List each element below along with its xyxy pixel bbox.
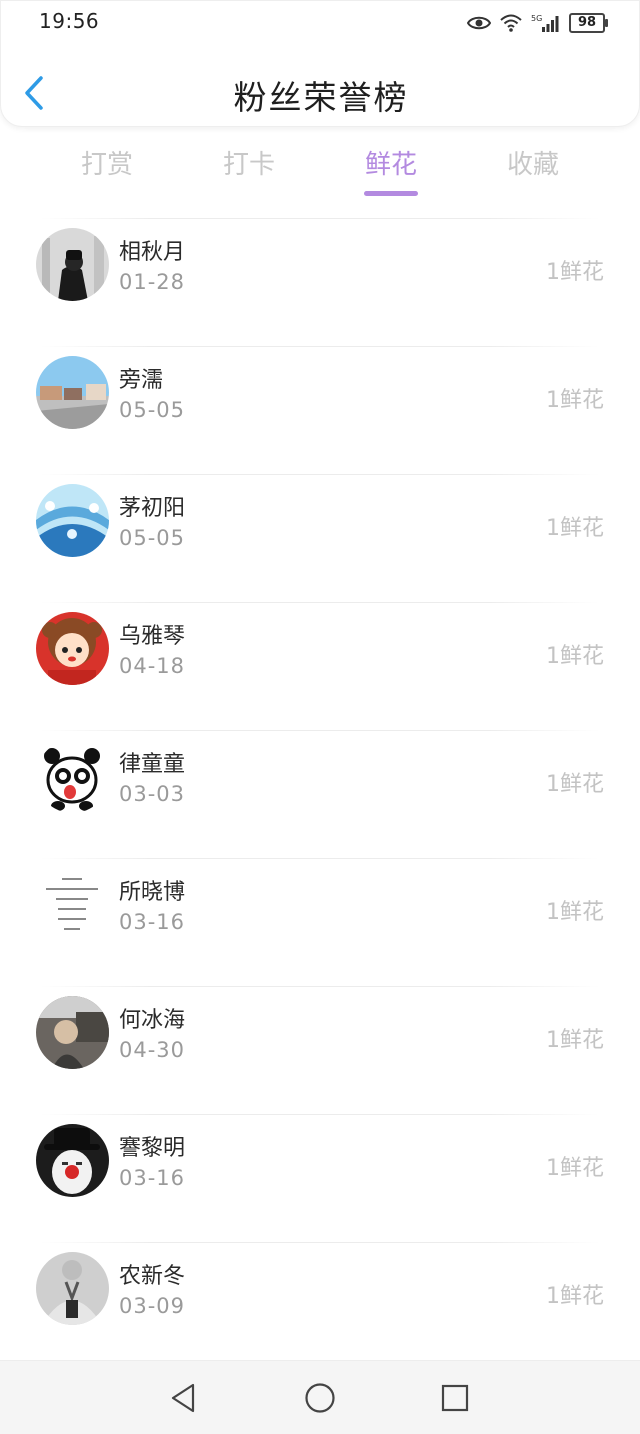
flower-count: 1鲜花 [546, 260, 604, 285]
flower-count: 1鲜花 [546, 772, 604, 797]
flower-count: 1鲜花 [546, 900, 604, 925]
fan-date: 03-03 [119, 782, 186, 806]
cellular-signal-icon: 5G [531, 14, 559, 32]
fan-name: 农新冬 [119, 1264, 186, 1289]
flower-count: 1鲜花 [546, 516, 604, 541]
avatar[interactable] [36, 1252, 109, 1325]
fan-name: 何冰海 [119, 1008, 186, 1033]
circle-home-icon [305, 1383, 335, 1413]
tab-flowers[interactable]: 鲜花 [341, 144, 441, 181]
nav-home-button[interactable] [303, 1381, 337, 1415]
list-item[interactable]: 謇黎明 03-16 1鲜花 [0, 1114, 640, 1242]
fan-name: 乌雅琴 [119, 624, 186, 649]
list-item[interactable]: 所晓博 03-16 1鲜花 [0, 858, 640, 986]
divider [40, 730, 600, 731]
status-icons: 5G 98 [467, 11, 608, 35]
fan-date: 03-16 [119, 910, 186, 934]
flower-count: 1鲜花 [546, 644, 604, 669]
avatar[interactable] [36, 484, 109, 557]
fan-name: 謇黎明 [119, 1136, 186, 1161]
divider [40, 346, 600, 347]
fan-name: 旁濡 [119, 368, 164, 393]
divider [40, 858, 600, 859]
list-item[interactable]: 茅初阳 05-05 1鲜花 [0, 474, 640, 602]
avatar[interactable] [36, 1124, 109, 1197]
fan-date: 03-09 [119, 1294, 186, 1318]
divider [40, 1242, 600, 1243]
tab-bar: 打赏 打卡 鲜花 收藏 [0, 140, 640, 200]
divider [40, 218, 600, 219]
flower-count: 1鲜花 [546, 1284, 604, 1309]
fan-list: 相秋月 01-28 1鲜花 旁濡 05-05 1鲜花 茅初阳 05-05 1鲜花… [0, 218, 640, 1370]
fan-date: 05-05 [119, 526, 186, 550]
divider [40, 602, 600, 603]
divider [40, 1114, 600, 1115]
list-item[interactable]: 旁濡 05-05 1鲜花 [0, 346, 640, 474]
nav-recents-button[interactable] [438, 1381, 472, 1415]
status-time: 19:56 [39, 9, 100, 33]
fan-name: 相秋月 [119, 240, 186, 265]
wifi-icon [500, 14, 522, 32]
tab-reward[interactable]: 打赏 [57, 144, 157, 181]
fan-date: 01-28 [119, 270, 186, 294]
flower-count: 1鲜花 [546, 1156, 604, 1181]
divider [40, 986, 600, 987]
eye-icon [467, 16, 491, 30]
nav-back-button[interactable] [167, 1381, 201, 1415]
avatar[interactable] [36, 740, 109, 813]
fan-name: 律童童 [119, 752, 186, 777]
header-card: 19:56 5G 98 粉丝荣誉榜 [0, 0, 640, 127]
fan-date: 05-05 [119, 398, 186, 422]
page-title: 粉丝荣誉榜 [233, 78, 409, 117]
signal-5g-label: 5G [531, 14, 542, 23]
list-item[interactable]: 律童童 03-03 1鲜花 [0, 730, 640, 858]
list-item[interactable]: 农新冬 03-09 1鲜花 [0, 1242, 640, 1370]
square-recents-icon [441, 1384, 469, 1412]
status-bar: 19:56 5G 98 [1, 1, 640, 45]
list-item[interactable]: 乌雅琴 04-18 1鲜花 [0, 602, 640, 730]
fan-name: 茅初阳 [119, 496, 186, 521]
avatar[interactable] [36, 356, 109, 429]
tab-checkin[interactable]: 打卡 [199, 144, 299, 181]
tab-favorites[interactable]: 收藏 [483, 144, 583, 181]
flower-count: 1鲜花 [546, 388, 604, 413]
list-item[interactable]: 相秋月 01-28 1鲜花 [0, 218, 640, 346]
avatar[interactable] [36, 996, 109, 1069]
avatar[interactable] [36, 612, 109, 685]
fan-date: 03-16 [119, 1166, 186, 1190]
avatar[interactable] [36, 228, 109, 301]
battery-indicator: 98 [569, 13, 608, 33]
flower-count: 1鲜花 [546, 1028, 604, 1053]
avatar[interactable] [36, 868, 109, 941]
divider [40, 474, 600, 475]
system-nav-bar [0, 1360, 640, 1434]
active-tab-indicator [364, 191, 418, 196]
fan-date: 04-30 [119, 1038, 186, 1062]
triangle-back-icon [171, 1383, 195, 1413]
fan-date: 04-18 [119, 654, 186, 678]
fan-name: 所晓博 [119, 880, 186, 905]
list-item[interactable]: 何冰海 04-30 1鲜花 [0, 986, 640, 1114]
